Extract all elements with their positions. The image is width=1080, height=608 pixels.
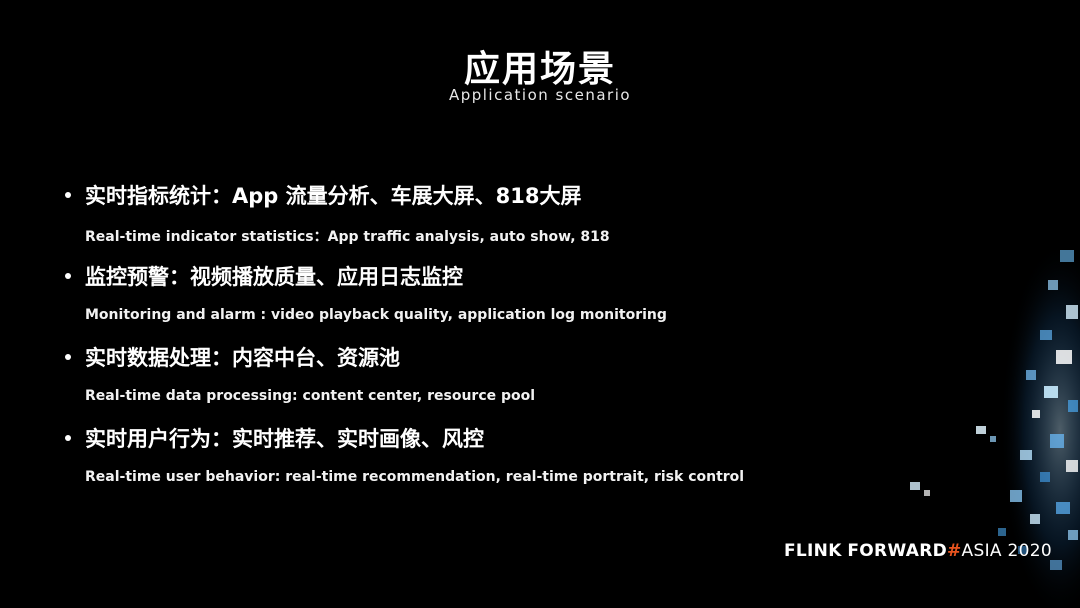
list-item: 实时指标统计：App 流量分析、车展大屏、818大屏 Real-time ind… [60,180,960,261]
brand-asia-2020: ASIA 2020 [961,541,1052,561]
page-title: 应用场景 [463,49,616,90]
flink-forward-logo: FLINK FORWARD#ASIA 2020 [784,541,1052,561]
list-item: 实时用户行为：实时推荐、实时画像、风控 Real-time user behav… [60,423,960,504]
list-item: 实时数据处理：内容中台、资源池 Real-time data processin… [60,342,960,423]
scenario-title-en: Real-time data processing: content cente… [85,388,536,404]
bullet-dot [65,273,71,279]
brand-hash: # [947,541,962,561]
bullet-dot [65,435,71,441]
slide: 应用场景 Application scenario 实时指标统计：App 流量分… [0,0,1080,608]
scenario-title-en: Real-time user behavior: real-time recom… [85,469,745,485]
scenario-title-zh: 实时用户行为：实时推荐、实时画像、风控 [85,427,484,451]
bullet-dot [65,192,71,198]
brand-flink: FLINK [784,541,842,561]
scenario-title-zh: 实时数据处理：内容中台、资源池 [85,346,400,370]
bullet-dot [65,354,71,360]
scenario-title-zh: 实时指标统计：App 流量分析、车展大屏、818大屏 [85,184,582,208]
page-subtitle: Application scenario [448,86,632,104]
scenario-title-zh: 监控预警：视频播放质量、应用日志监控 [85,265,463,289]
scenario-list: 实时指标统计：App 流量分析、车展大屏、818大屏 Real-time ind… [60,180,960,504]
list-item: 监控预警：视频播放质量、应用日志监控 Monitoring and alarm … [60,261,960,342]
brand-forward: FORWARD [847,541,947,561]
scenario-title-en: Monitoring and alarm : video playback qu… [85,307,667,323]
scenario-title-en: Real-time indicator statistics：App traff… [85,229,610,245]
